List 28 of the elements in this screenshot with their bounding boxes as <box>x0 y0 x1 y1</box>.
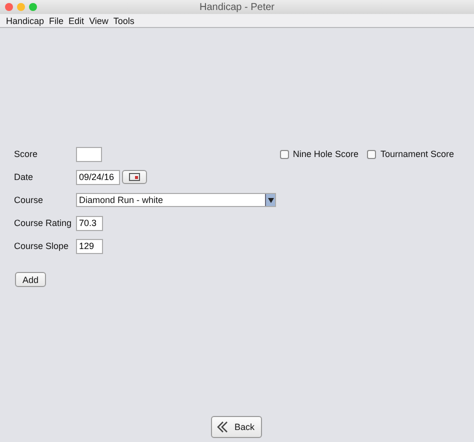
menu-item[interactable]: View <box>89 16 108 26</box>
checkbox-label: Tournament Score <box>380 149 454 159</box>
menu-item[interactable]: Edit <box>68 16 84 26</box>
menu-item[interactable]: Handicap <box>6 16 44 26</box>
checkbox[interactable] <box>367 150 376 158</box>
minimize-icon[interactable] <box>17 3 25 11</box>
add-button[interactable]: Add <box>15 272 46 287</box>
back-button[interactable]: Back <box>210 416 262 438</box>
field-label: Course <box>14 195 44 205</box>
score-field[interactable] <box>76 146 102 162</box>
course-dropdown[interactable]: Diamond Run - white <box>76 193 276 207</box>
calendar-icon <box>129 173 140 181</box>
date-field[interactable]: 09/24/16 <box>76 170 120 184</box>
field-label: Course Slope <box>14 241 70 251</box>
checkbox-label: Nine Hole Score <box>292 149 358 159</box>
input-field[interactable]: 70.3 <box>76 216 103 230</box>
input-field[interactable]: 129 <box>76 238 103 254</box>
zoom-icon[interactable] <box>29 3 37 11</box>
menu-item[interactable]: File <box>49 16 64 26</box>
field-label: Course Rating <box>14 218 73 228</box>
calendar-button[interactable] <box>122 170 147 184</box>
window-title: Handicap - Peter <box>199 2 275 12</box>
chevron-left-icon <box>217 421 230 433</box>
menu-item[interactable]: Tools <box>113 16 134 26</box>
field-label: Date <box>14 172 34 182</box>
close-icon[interactable] <box>5 3 13 11</box>
checkbox[interactable] <box>280 150 289 158</box>
field-label: Score <box>14 149 39 159</box>
